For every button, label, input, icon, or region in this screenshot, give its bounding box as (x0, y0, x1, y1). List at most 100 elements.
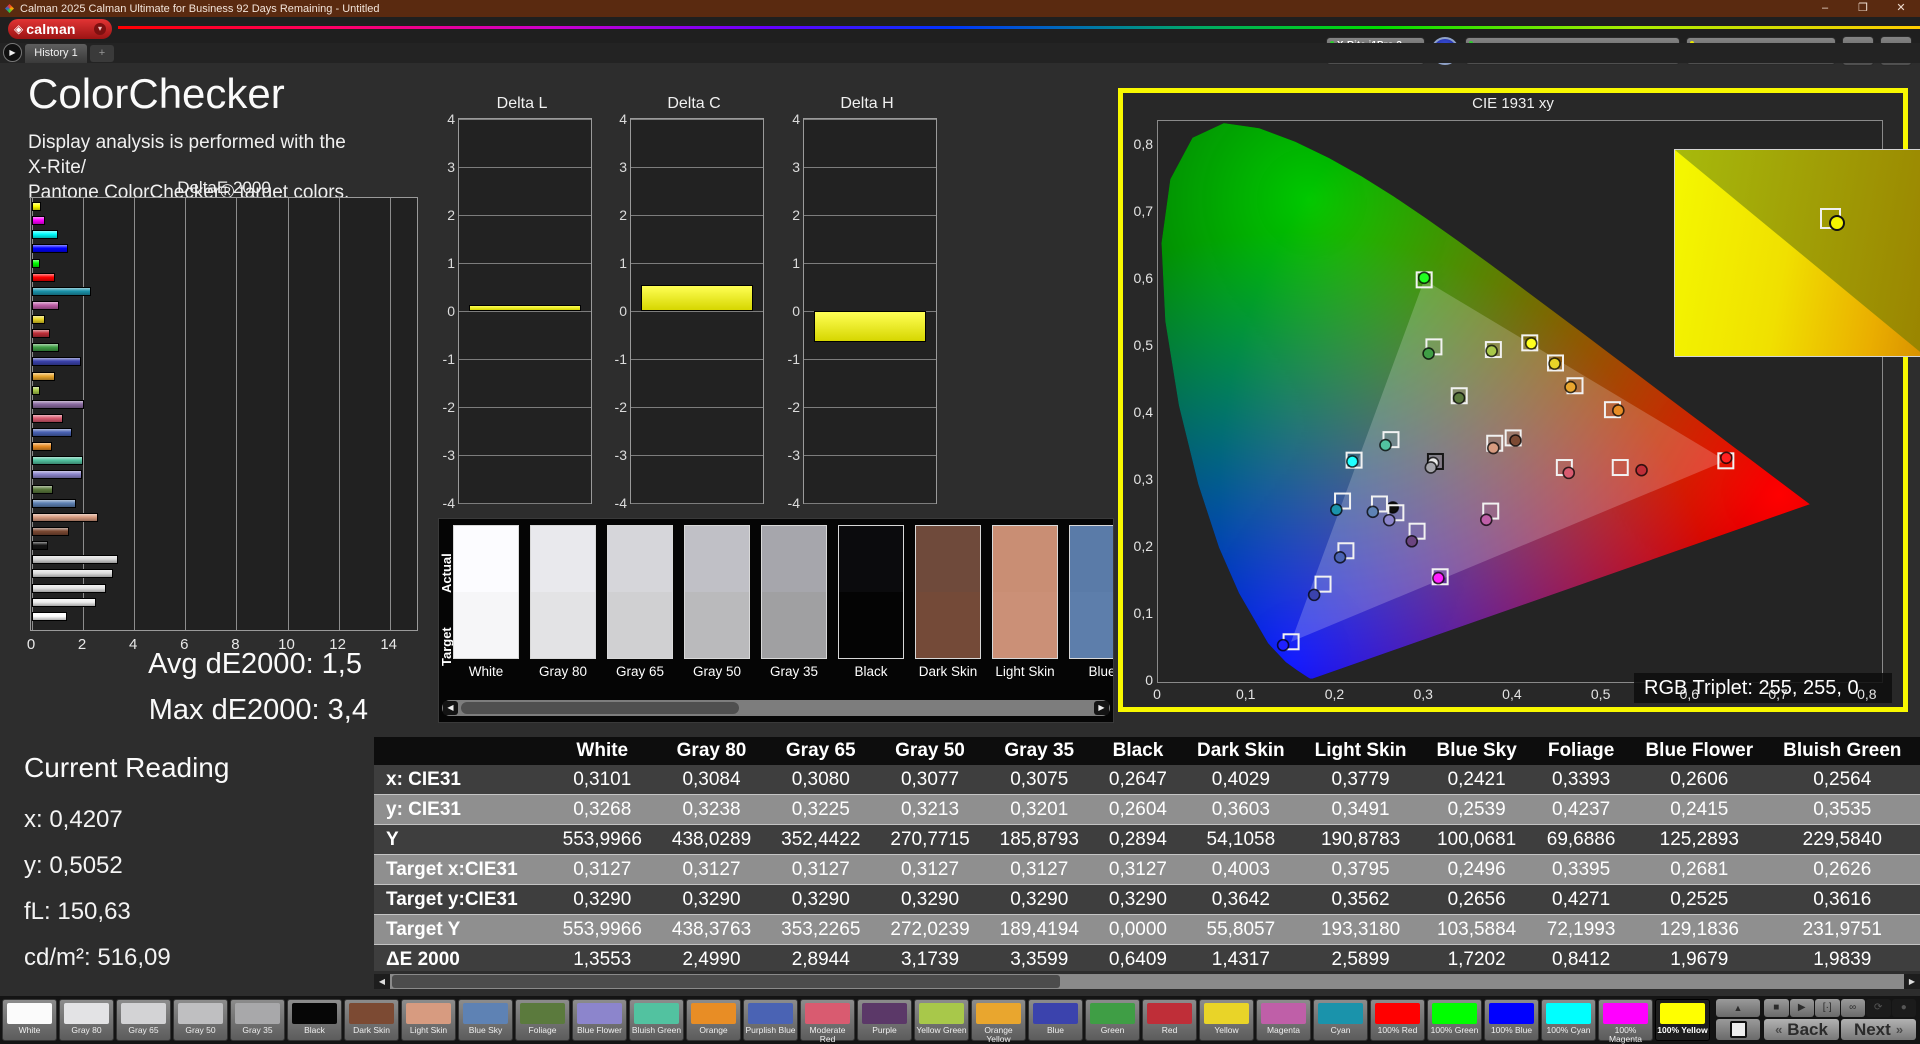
measured-point-orange-yellow (1564, 380, 1577, 394)
pattern-button-purplish-blue[interactable]: Purplish Blue (743, 999, 798, 1041)
pattern-label: 100% Cyan (1546, 1025, 1591, 1035)
pattern-button-gray-65[interactable]: Gray 65 (116, 999, 171, 1041)
pattern-button-cyan[interactable]: Cyan (1313, 999, 1368, 1041)
pattern-button-gray-35[interactable]: Gray 35 (230, 999, 285, 1041)
cell-value: 72,1993 (1531, 914, 1631, 945)
strip-expand-button[interactable]: ▲ (1716, 999, 1760, 1017)
inset-measured-point (1828, 214, 1845, 231)
pattern-button-100-red[interactable]: 100% Red (1370, 999, 1425, 1041)
table-scrollbar[interactable]: ◀ ▶ (374, 974, 1920, 989)
pattern-button-gray-80[interactable]: Gray 80 (59, 999, 114, 1041)
pattern-button-foliage[interactable]: Foliage (515, 999, 570, 1041)
viewer-swatch-gray-50[interactable] (684, 525, 750, 659)
row-label: Target y:CIE31 (374, 884, 548, 915)
measured-point-100-cyan (1346, 455, 1359, 468)
tab-history-1[interactable]: History 1 (25, 44, 87, 63)
pattern-button-blue[interactable]: Blue (1028, 999, 1083, 1041)
target-row-label: Target (439, 627, 454, 667)
pattern-button-blue-sky[interactable]: Blue Sky (458, 999, 513, 1041)
gridline (459, 119, 591, 120)
pattern-button-black[interactable]: Black (287, 999, 342, 1041)
cell-value: 0,2894 (1093, 824, 1183, 855)
pattern-button-100-cyan[interactable]: 100% Cyan (1541, 999, 1596, 1041)
tab-scroll-button[interactable]: ▶ (3, 43, 22, 62)
gridline (459, 215, 591, 216)
single-measure-icon[interactable]: [·] (1815, 999, 1840, 1017)
actual-color (1070, 526, 1113, 592)
viewer-swatch-gray-80[interactable] (530, 525, 596, 659)
next-button[interactable]: Next » (1841, 1019, 1916, 1040)
viewer-swatch-dark-skin[interactable] (915, 525, 981, 659)
reading-value: x: 0,4207 (24, 806, 123, 833)
actual-color (608, 526, 672, 592)
table-scroll-right-icon[interactable]: ▶ (1904, 974, 1920, 989)
pattern-label: Cyan (1330, 1025, 1351, 1035)
stop-icon[interactable]: ■ (1764, 999, 1789, 1017)
viewer-swatch-light-skin[interactable] (992, 525, 1058, 659)
gridline (459, 359, 591, 360)
window-marker-button[interactable] (1716, 1019, 1760, 1040)
cell-value: 0,3290 (984, 884, 1094, 915)
pattern-button-100-yellow[interactable]: 100% Yellow (1655, 999, 1710, 1041)
pattern-button-green[interactable]: Green (1085, 999, 1140, 1041)
measured-point-purple (1405, 534, 1419, 548)
minimize-button[interactable]: – (1806, 0, 1844, 17)
table-scroll-left-icon[interactable]: ◀ (374, 974, 390, 989)
measured-point-blue-sky (1366, 505, 1380, 519)
pattern-button-orange-yellow[interactable]: Orange Yellow (971, 999, 1026, 1043)
add-tab-button[interactable]: + (90, 45, 114, 62)
pattern-button-magenta[interactable]: Magenta (1256, 999, 1311, 1041)
cell-value: 0,2525 (1630, 884, 1769, 915)
cell-value: 553,9966 (547, 914, 657, 945)
viewer-swatch-black[interactable] (838, 525, 904, 659)
refresh-icon[interactable]: ⟳ (1866, 999, 1891, 1017)
pattern-label: 100% Yellow (1657, 1025, 1708, 1035)
scroll-left-icon[interactable]: ◀ (443, 701, 458, 715)
deltae-bar-dark-skin (32, 526, 69, 536)
pattern-button-light-skin[interactable]: Light Skin (401, 999, 456, 1041)
pattern-button-100-magenta[interactable]: 100% Magenta (1598, 999, 1653, 1043)
actual-color (993, 526, 1057, 592)
scroll-right-icon[interactable]: ▶ (1094, 701, 1109, 715)
scrollbar-thumb[interactable] (461, 702, 739, 714)
chart-title: Delta C (667, 95, 721, 112)
cell-value: 0,2421 (1421, 765, 1532, 795)
viewer-swatch-gray-35[interactable] (761, 525, 827, 659)
pattern-button-yellow[interactable]: Yellow (1199, 999, 1254, 1041)
axis-tick-label: 2 (619, 207, 627, 223)
axis-tick-label: 10 (278, 636, 295, 653)
restore-button[interactable]: ❐ (1844, 0, 1882, 17)
pattern-button-100-green[interactable]: 100% Green (1427, 999, 1482, 1041)
pattern-button-yellow-green[interactable]: Yellow Green (914, 999, 969, 1041)
calman-menu-button[interactable]: ◈ calman ▾ (8, 19, 112, 39)
table-scrollbar-thumb[interactable] (392, 975, 1060, 988)
continuous-icon[interactable]: ∞ (1840, 999, 1865, 1017)
swatch-scrollbar[interactable]: ◀ ▶ (442, 700, 1110, 716)
pattern-label: Bluish Green (631, 1025, 682, 1035)
pattern-swatch (1660, 1003, 1705, 1024)
pattern-button-100-blue[interactable]: 100% Blue (1484, 999, 1539, 1041)
pattern-button-red[interactable]: Red (1142, 999, 1197, 1041)
pattern-button-moderate-red[interactable]: Moderate Red (800, 999, 855, 1043)
pattern-button-orange[interactable]: Orange (686, 999, 741, 1041)
pattern-button-bluish-green[interactable]: Bluish Green (629, 999, 684, 1041)
pattern-button-gray-50[interactable]: Gray 50 (173, 999, 228, 1041)
viewer-swatch-gray-65[interactable] (607, 525, 673, 659)
record-icon[interactable]: ● (1891, 999, 1916, 1017)
close-button[interactable]: ✕ (1882, 0, 1920, 17)
axis-tick-label: -1 (442, 351, 455, 367)
pattern-label: Yellow Green (916, 1025, 967, 1035)
viewer-swatch-white[interactable] (453, 525, 519, 659)
pattern-button-purple[interactable]: Purple (857, 999, 912, 1041)
cell-value: 0,3616 (1768, 884, 1917, 915)
axis-tick-label: 4 (129, 636, 138, 653)
pattern-button-blue-flower[interactable]: Blue Flower (572, 999, 627, 1041)
viewer-swatch-blue[interactable] (1069, 525, 1113, 659)
play-icon[interactable]: ▶ (1789, 999, 1814, 1017)
pattern-button-white[interactable]: White (2, 999, 57, 1041)
pattern-swatch (1546, 1003, 1591, 1024)
cell-value: 0,3290 (1093, 884, 1183, 915)
chevron-down-icon: ▾ (94, 23, 106, 35)
pattern-button-dark-skin[interactable]: Dark Skin (344, 999, 399, 1041)
back-button[interactable]: « Back (1764, 1019, 1839, 1040)
